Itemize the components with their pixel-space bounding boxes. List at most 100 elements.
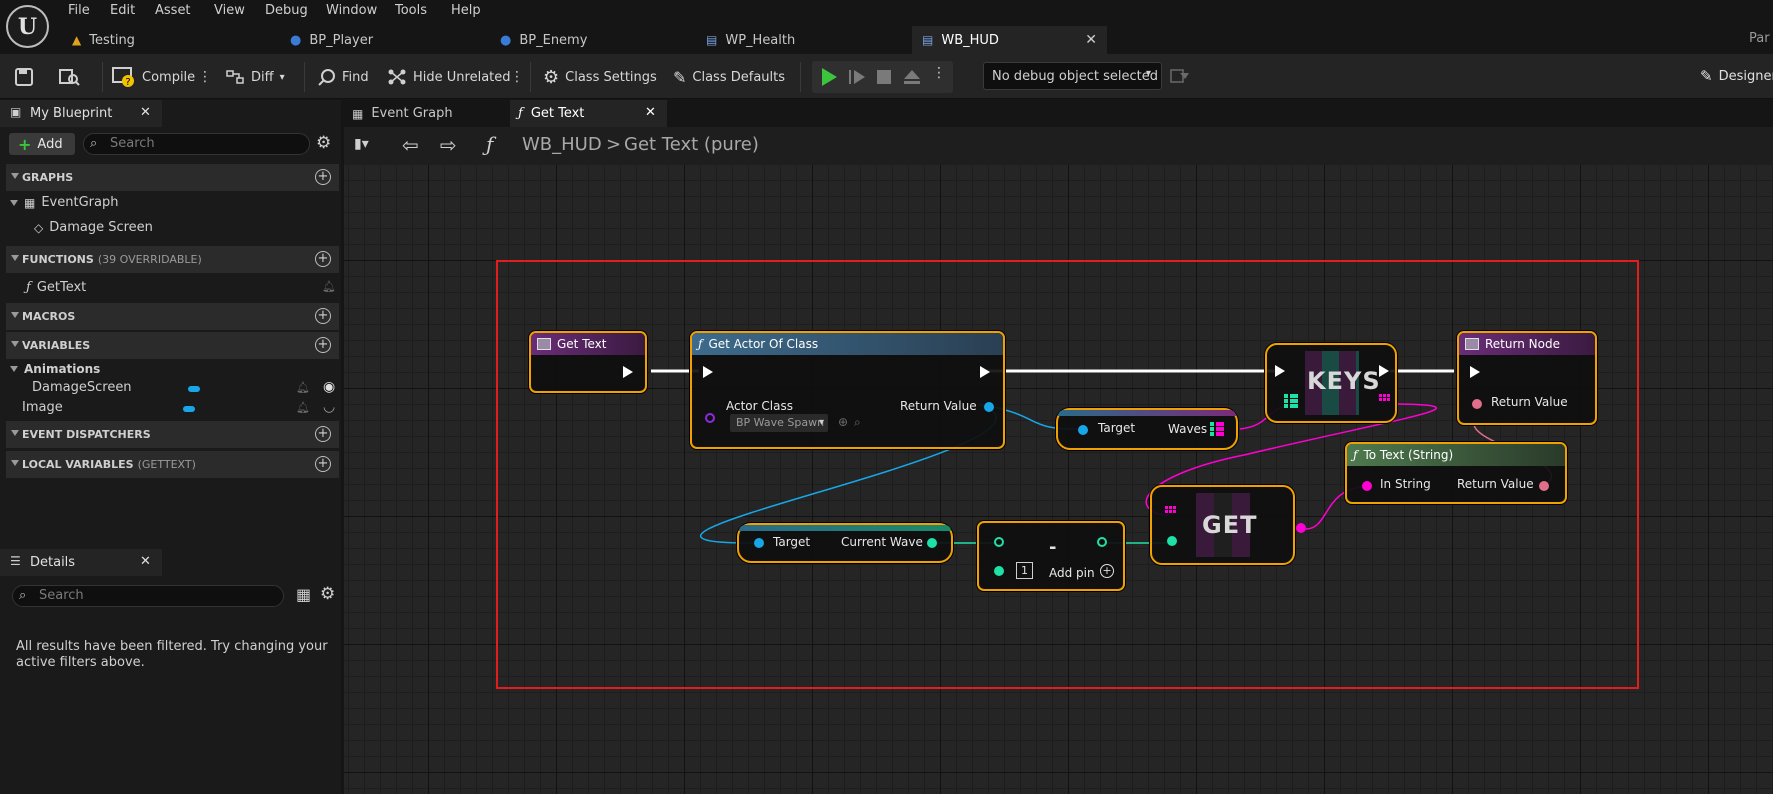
graph-item-eventgraph[interactable]: ▦ EventGraph xyxy=(10,195,118,210)
function-item-gettext[interactable]: ƒ GetText xyxy=(26,280,86,295)
menu-window[interactable]: Window xyxy=(326,3,377,18)
exec-in-pin[interactable] xyxy=(1275,365,1285,377)
doc-tab-wb-hud[interactable]: ▤ WB_HUD ✕ xyxy=(912,26,1107,54)
menu-debug[interactable]: Debug xyxy=(265,3,308,18)
section-graphs[interactable]: GRAPHS + xyxy=(6,164,339,191)
doc-tab-testing[interactable]: ▲ Testing xyxy=(62,26,262,54)
class-settings-button[interactable]: ⚙ Class Settings xyxy=(543,64,657,90)
exec-out-pin[interactable] xyxy=(1379,365,1389,377)
return-value-pin[interactable] xyxy=(1472,399,1482,409)
add-pin-icon[interactable]: + xyxy=(1100,564,1114,578)
forward-arrow-icon[interactable]: ⇨ xyxy=(440,133,457,157)
bell-icon[interactable]: 🔔︎ xyxy=(322,280,336,293)
doc-tab-bp-player[interactable]: ● BP_Player xyxy=(280,26,460,54)
section-variables[interactable]: VARIABLES + xyxy=(6,332,339,359)
find-button[interactable]: Find xyxy=(318,64,369,90)
menu-view[interactable]: View xyxy=(214,3,245,18)
menu-edit[interactable]: Edit xyxy=(110,3,135,18)
node-subtract[interactable]: 1 - Add pin + xyxy=(977,521,1125,591)
map-in-pin[interactable] xyxy=(1284,394,1298,412)
target-pin[interactable] xyxy=(754,538,764,548)
in-string-pin[interactable] xyxy=(1362,481,1372,491)
eye-closed-icon[interactable]: ◡ xyxy=(323,399,335,415)
debug-filter-icon[interactable] xyxy=(1170,67,1190,89)
node-get-text-entry[interactable]: Get Text xyxy=(529,331,647,393)
exec-out-pin[interactable] xyxy=(623,366,633,378)
details-search-input[interactable]: ⌕ Search xyxy=(12,585,284,607)
debug-object-dropdown[interactable]: No debug object selected ▾ xyxy=(983,62,1162,90)
return-value-pin[interactable] xyxy=(1539,481,1549,491)
close-icon[interactable]: ✕ xyxy=(645,105,656,120)
browse-icon[interactable] xyxy=(58,64,80,90)
menu-asset[interactable]: Asset xyxy=(155,3,191,18)
add-button[interactable]: + Add xyxy=(9,133,75,155)
add-dispatcher-icon[interactable]: + xyxy=(315,426,331,442)
node-map-keys[interactable]: KEYS xyxy=(1265,343,1397,423)
constant-input[interactable]: 1 xyxy=(1016,562,1033,579)
add-pin-label[interactable]: Add pin xyxy=(1049,566,1095,580)
eye-icon[interactable]: ◉ xyxy=(323,379,335,395)
node-get-waves[interactable]: Target Waves xyxy=(1056,408,1238,450)
bell-icon[interactable]: 🔔︎ xyxy=(296,401,310,414)
exec-in-pin[interactable] xyxy=(1470,366,1480,378)
bookmark-icon[interactable]: ▮▾ xyxy=(354,136,369,152)
b-pin[interactable] xyxy=(994,566,1004,576)
add-macro-icon[interactable]: + xyxy=(315,308,331,324)
item-out-pin[interactable] xyxy=(1296,523,1306,533)
stop-icon[interactable] xyxy=(876,69,892,89)
close-icon[interactable]: ✕ xyxy=(140,105,151,120)
add-function-icon[interactable]: + xyxy=(315,251,331,267)
use-selected-icon[interactable]: ⊕ xyxy=(838,415,848,429)
blueprint-search-input[interactable]: ⌕ Search xyxy=(83,133,310,155)
back-arrow-icon[interactable]: ⇦ xyxy=(402,133,419,157)
array-in-pin[interactable] xyxy=(1165,506,1177,522)
add-local-variable-icon[interactable]: + xyxy=(315,456,331,472)
step-icon[interactable] xyxy=(848,68,866,90)
variable-item-damagescreen[interactable]: DamageScreen xyxy=(32,380,132,395)
doc-tab-bp-enemy[interactable]: ● BP_Enemy xyxy=(490,26,670,54)
gear-icon[interactable]: ⚙ xyxy=(320,584,335,604)
doc-tab-wp-health[interactable]: ▤ WP_Health xyxy=(696,26,896,54)
node-get-current-wave[interactable]: Target Current Wave xyxy=(737,523,953,563)
variable-category-animations[interactable]: Animations xyxy=(10,362,100,376)
play-icon[interactable] xyxy=(820,67,838,91)
index-pin[interactable] xyxy=(1167,536,1177,546)
compile-button[interactable]: ? Compile xyxy=(112,64,195,90)
add-graph-icon[interactable]: + xyxy=(315,169,331,185)
my-blueprint-tab[interactable]: ▣ My Blueprint ✕ xyxy=(0,100,162,127)
return-value-pin[interactable] xyxy=(984,402,994,412)
node-array-get[interactable]: GET xyxy=(1150,485,1306,565)
designer-button[interactable]: ✎ Designer xyxy=(1700,67,1773,85)
details-tab[interactable]: ☰ Details ✕ xyxy=(0,549,162,576)
save-icon[interactable] xyxy=(14,64,34,90)
variable-item-image[interactable]: Image xyxy=(22,400,63,415)
close-icon[interactable]: ✕ xyxy=(1085,32,1097,48)
actor-class-dropdown[interactable]: BP Wave Spawn ▾ xyxy=(730,414,828,432)
menu-tools[interactable]: Tools xyxy=(395,3,427,18)
gear-icon[interactable]: ⚙ xyxy=(316,133,331,153)
diff-button[interactable]: Diff ▾ xyxy=(225,64,285,90)
play-options-icon[interactable]: ⋮ xyxy=(932,65,946,81)
section-event-dispatchers[interactable]: EVENT DISPATCHERS + xyxy=(6,421,339,448)
graph-tab-event-graph[interactable]: ▦ Event Graph xyxy=(344,100,509,127)
compile-options-icon[interactable]: ⋮ xyxy=(198,64,212,90)
node-get-actor-of-class[interactable]: ƒ Get Actor Of Class Actor Class BP Wave… xyxy=(690,331,1005,449)
array-out-pin[interactable] xyxy=(1379,394,1391,410)
hide-unrelated-options-icon[interactable]: ⋮ xyxy=(510,64,524,90)
class-defaults-button[interactable]: ✎ Class Defaults xyxy=(673,64,785,90)
map-pin-icon[interactable] xyxy=(1210,422,1224,440)
add-variable-icon[interactable]: + xyxy=(315,337,331,353)
table-view-icon[interactable]: ▦ xyxy=(296,585,311,604)
graph-canvas[interactable]: Get Text ƒ Get Actor Of Class Actor Clas… xyxy=(344,165,1773,794)
browse-icon[interactable]: ⌕ xyxy=(854,415,861,430)
target-pin[interactable] xyxy=(1078,425,1088,435)
section-functions[interactable]: FUNCTIONS (39 OVERRIDABLE) + xyxy=(6,246,339,273)
exec-out-pin[interactable] xyxy=(980,366,990,378)
menu-help[interactable]: Help xyxy=(451,3,481,18)
section-macros[interactable]: MACROS + xyxy=(6,303,339,330)
graph-item-damage-screen[interactable]: ◇ Damage Screen xyxy=(34,220,153,235)
node-to-text-string[interactable]: ƒ To Text (String) In String Return Valu… xyxy=(1345,442,1567,504)
unreal-logo[interactable]: U xyxy=(6,5,49,48)
actor-class-pin[interactable] xyxy=(705,413,715,423)
hide-unrelated-button[interactable]: Hide Unrelated xyxy=(387,64,511,90)
